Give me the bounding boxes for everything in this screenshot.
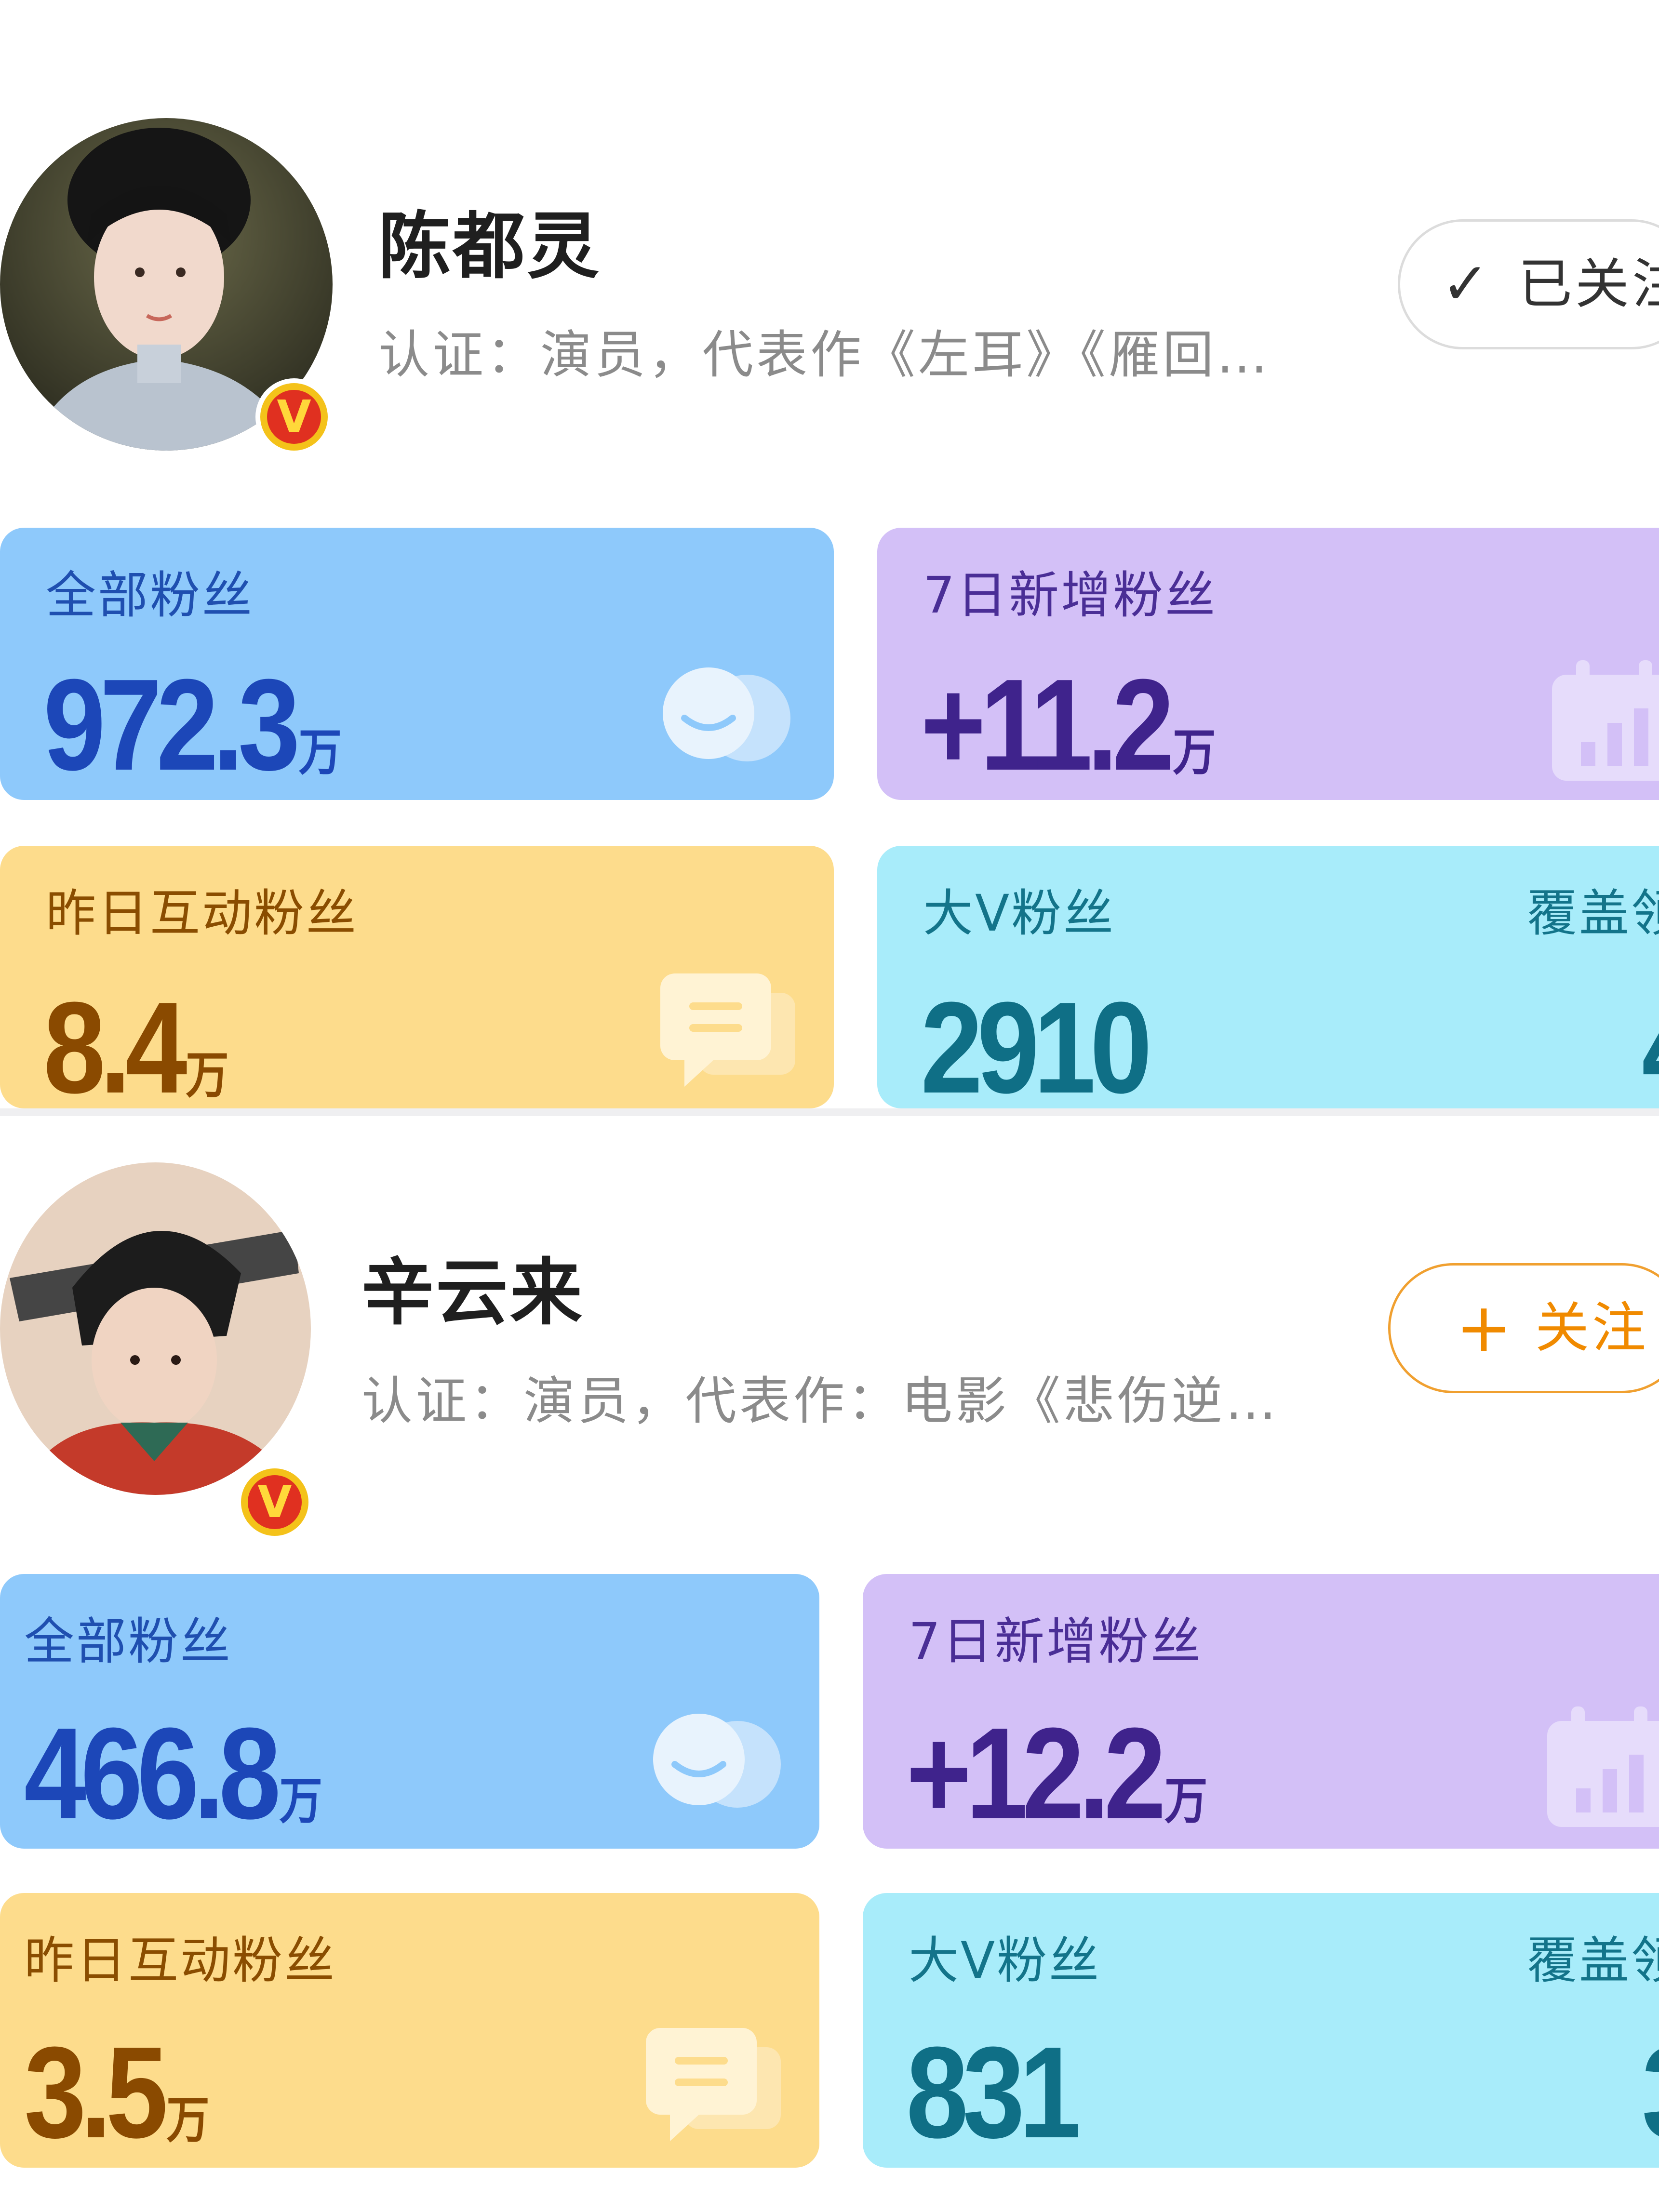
stat-value: +12.2万 xyxy=(906,1701,1208,1846)
stat-card-new-fans-7d[interactable]: 7日新增粉丝 +11.2万 xyxy=(877,528,1659,800)
coverage-label: 覆盖领域 xyxy=(1526,884,1659,943)
section-divider xyxy=(0,1108,1659,1116)
avatar[interactable]: V xyxy=(0,118,333,455)
plus-icon: + xyxy=(1456,1289,1512,1367)
coverage-value: 40 xyxy=(1642,983,1659,1109)
profile-card: V 辛云来 认证：演员，代表作：电影《悲伤逆… + 关注 全部粉丝 466.8万… xyxy=(0,1116,1659,2212)
profile-name: 陈都灵 xyxy=(378,205,602,289)
profile-card: V 陈都灵 认证：演员，代表作《左耳》《雁回… ✓ 已关注 全部粉丝 972.3… xyxy=(0,0,1659,1108)
stat-value: 972.3万 xyxy=(43,653,342,798)
fans-icon xyxy=(653,1714,781,1808)
avatar[interactable]: V xyxy=(0,1162,318,1541)
stat-label: 大V粉丝 xyxy=(923,884,1116,943)
stat-value: +11.2万 xyxy=(921,653,1216,798)
stat-card-interactive-fans[interactable]: 昨日互动粉丝 8.4万 xyxy=(0,846,834,1108)
stat-card-total-fans[interactable]: 全部粉丝 466.8万 xyxy=(0,1574,819,1849)
stat-card-big-v-fans[interactable]: 大V粉丝 覆盖领域 2910 40 xyxy=(877,846,1659,1108)
stat-card-big-v-fans[interactable]: 大V粉丝 覆盖领域 831 37 xyxy=(863,1893,1659,2168)
stat-label: 昨日互动粉丝 xyxy=(24,1931,337,1990)
follow-button-label: 已关注 xyxy=(1518,253,1659,316)
calendar-chart-icon xyxy=(1552,660,1659,781)
verified-badge-icon: V xyxy=(255,378,333,455)
following-button[interactable]: ✓ 已关注 xyxy=(1398,219,1659,349)
follow-button-label: 关注 xyxy=(1535,1297,1649,1359)
stat-value: 2910 xyxy=(921,975,1152,1109)
certification-text: 认证：演员，代表作：电影《悲伤逆… xyxy=(361,1372,1279,1431)
avatar-image xyxy=(0,1162,311,1495)
stat-label: 7日新增粉丝 xyxy=(909,1612,1203,1671)
stat-value: 466.8万 xyxy=(24,1701,322,1846)
follow-button[interactable]: + 关注 xyxy=(1388,1263,1659,1393)
coverage-value: 37 xyxy=(1642,2028,1659,2158)
stat-label: 全部粉丝 xyxy=(24,1612,233,1671)
stat-value: 8.4万 xyxy=(43,975,229,1109)
calendar-chart-icon xyxy=(1547,1706,1659,1827)
chat-icon xyxy=(660,973,795,1087)
stat-label: 7日新增粉丝 xyxy=(923,566,1217,625)
verified-badge-icon: V xyxy=(236,1464,313,1541)
stat-value: 831 xyxy=(906,2020,1081,2165)
stat-card-interactive-fans[interactable]: 昨日互动粉丝 3.5万 xyxy=(0,1893,819,2168)
certification-text: 认证：演员，代表作《左耳》《雁回… xyxy=(378,325,1271,385)
stat-label: 全部粉丝 xyxy=(46,566,254,625)
stat-card-new-fans-7d[interactable]: 7日新增粉丝 +12.2万 xyxy=(863,1574,1659,1849)
stat-card-total-fans[interactable]: 全部粉丝 972.3万 xyxy=(0,528,834,800)
fans-icon xyxy=(663,667,790,761)
stat-label: 大V粉丝 xyxy=(909,1931,1101,1990)
chat-icon xyxy=(646,2028,781,2141)
stat-value: 3.5万 xyxy=(24,2020,210,2165)
profile-name: 辛云来 xyxy=(361,1251,585,1335)
stat-label: 昨日互动粉丝 xyxy=(46,884,359,943)
coverage-label: 覆盖领域 xyxy=(1526,1931,1659,1990)
check-icon: ✓ xyxy=(1441,251,1490,318)
